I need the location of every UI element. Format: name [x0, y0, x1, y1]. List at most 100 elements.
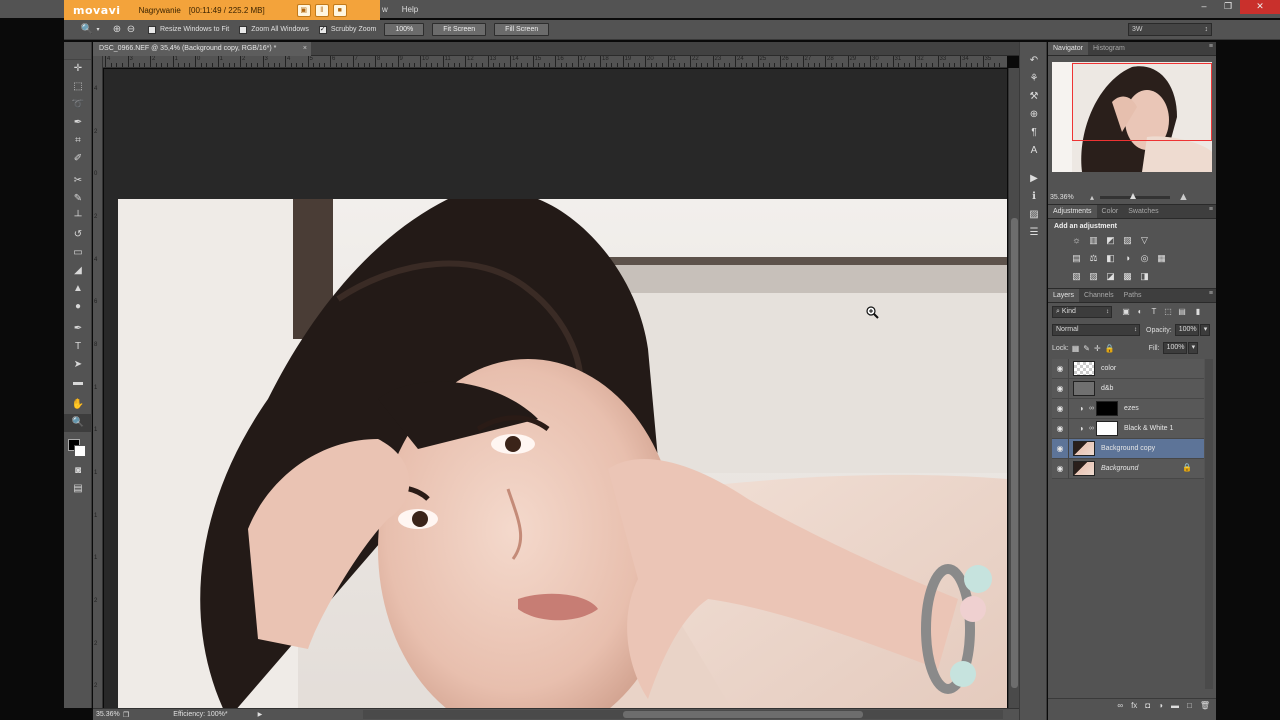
character-icon[interactable]: A: [1020, 142, 1048, 160]
type-tool-icon[interactable]: T: [64, 338, 92, 356]
lock-transparent-icon[interactable]: ▦: [1072, 344, 1080, 353]
menu-help[interactable]: Help: [402, 5, 418, 14]
status-menu-arrow-icon[interactable]: ▶: [258, 711, 263, 718]
layer-name[interactable]: d&b: [1101, 385, 1113, 392]
layer-name[interactable]: color: [1101, 365, 1116, 372]
black-white-icon[interactable]: ◧: [1104, 252, 1117, 264]
hue-saturation-icon[interactable]: ▤: [1070, 252, 1083, 264]
tab-histogram[interactable]: Histogram: [1088, 42, 1130, 55]
levels-icon[interactable]: ▥: [1087, 234, 1100, 246]
posterize-icon[interactable]: ▨: [1087, 270, 1100, 282]
recorder-stop-button[interactable]: ■: [332, 3, 347, 17]
zoom-in-mountain-icon[interactable]: ▲: [1178, 191, 1189, 203]
tab-swatches[interactable]: Swatches: [1123, 205, 1163, 218]
ruler-vertical[interactable]: 4 2 0 2 4 6 8 1 1 1 1 1 2 2 2: [93, 56, 103, 708]
zoom-tool-icon[interactable]: 🔍: [80, 23, 94, 37]
gradient-map-icon[interactable]: ▩: [1121, 270, 1134, 282]
recorder-screenshot-button[interactable]: ▣: [296, 3, 311, 17]
close-tab-icon[interactable]: ×: [303, 42, 307, 56]
curves-icon[interactable]: ◩: [1104, 234, 1117, 246]
tool-presets-icon[interactable]: ⚒: [1020, 88, 1048, 106]
tab-color[interactable]: Color: [1097, 205, 1124, 218]
layer-row[interactable]: ◉ ◑ ∞ ezes: [1052, 398, 1204, 419]
new-adjustment-icon[interactable]: ◑: [1158, 701, 1163, 710]
brush-presets-icon[interactable]: ⚘: [1020, 70, 1048, 88]
lock-all-icon[interactable]: 🔒: [1105, 344, 1115, 353]
layer-name[interactable]: Black & White 1: [1124, 425, 1173, 432]
layer-row[interactable]: ◉ Background 🔒: [1052, 458, 1204, 479]
panel-menu-icon[interactable]: ≡: [1209, 43, 1213, 50]
fill-input[interactable]: 100%: [1162, 342, 1187, 354]
color-swatches[interactable]: [64, 436, 92, 462]
move-tool-icon[interactable]: ✛: [64, 60, 92, 78]
actions-play-icon[interactable]: ▶: [1020, 170, 1048, 188]
history-panel-icon[interactable]: ↶: [1020, 52, 1048, 70]
tab-channels[interactable]: Channels: [1079, 289, 1119, 302]
slider-knob[interactable]: [1130, 192, 1137, 199]
ruler-horizontal[interactable]: 4 3 2 1 0 1 2 3 4 5 6 7 8 9 10 11 12 13 14 15 16 17 18 19 20 21 22…: [103, 56, 1007, 68]
photo-canvas[interactable]: [118, 199, 1007, 708]
filter-pixel-icon[interactable]: ▣: [1120, 306, 1132, 318]
layer-comps-icon[interactable]: ▨: [1020, 206, 1048, 224]
eye-icon[interactable]: ◉: [1052, 424, 1068, 433]
eye-icon[interactable]: ◉: [1052, 444, 1068, 453]
panel-grip[interactable]: [64, 42, 91, 60]
zoom-level[interactable]: 35.36%: [93, 711, 123, 718]
menu-item-w[interactable]: w: [382, 5, 388, 14]
recorder-pause-button[interactable]: ‖: [314, 3, 329, 17]
brush-tool-icon[interactable]: ✎: [64, 190, 92, 208]
actual-pixels-button[interactable]: 100%: [384, 23, 425, 36]
eye-icon[interactable]: ◉: [1052, 464, 1068, 473]
healing-brush-tool-icon[interactable]: ✂: [64, 172, 92, 190]
blur-tool-icon[interactable]: ▲: [64, 280, 92, 298]
layers-scrollbar[interactable]: [1205, 359, 1213, 689]
info-icon[interactable]: ℹ: [1020, 188, 1048, 206]
dodge-tool-icon[interactable]: ●: [64, 298, 92, 316]
zoom-out-icon[interactable]: ⊖: [124, 23, 138, 37]
tab-navigator[interactable]: Navigator: [1048, 42, 1088, 55]
eye-icon[interactable]: ◉: [1052, 404, 1068, 413]
selective-color-icon[interactable]: ◨: [1138, 270, 1151, 282]
delete-layer-icon[interactable]: 🗑: [1200, 701, 1210, 710]
canvas-area[interactable]: [104, 69, 1007, 708]
clone-source-icon[interactable]: ⊕: [1020, 106, 1048, 124]
opacity-dropdown-icon[interactable]: ▾: [1199, 324, 1210, 336]
layer-row-selected[interactable]: ◉ Background copy: [1052, 438, 1204, 459]
new-layer-icon[interactable]: □: [1187, 701, 1192, 710]
color-balance-icon[interactable]: ⚖: [1087, 252, 1100, 264]
layer-row[interactable]: ◉ color: [1052, 358, 1204, 379]
path-selection-tool-icon[interactable]: ➤: [64, 356, 92, 374]
layer-mask-thumbnail[interactable]: [1096, 421, 1118, 436]
lock-image-icon[interactable]: ✎: [1083, 344, 1090, 353]
layer-style-icon[interactable]: fx: [1131, 701, 1137, 710]
document-tab[interactable]: DSC_0966.NEF @ 35,4% (Background copy, R…: [93, 42, 311, 56]
exposure-icon[interactable]: ▨: [1121, 234, 1134, 246]
photo-filter-icon[interactable]: ◑: [1121, 252, 1134, 264]
zoom-all-checkbox[interactable]: Zoom All Windows: [239, 25, 309, 34]
filter-adjustment-icon[interactable]: ◐: [1134, 306, 1146, 318]
filter-shape-icon[interactable]: ⬚: [1162, 306, 1174, 318]
panel-menu-icon[interactable]: ≡: [1209, 290, 1213, 297]
minimize-icon[interactable]: –: [1192, 0, 1216, 14]
panel-menu-icon[interactable]: ≡: [1209, 206, 1213, 213]
layer-row[interactable]: ◉ d&b: [1052, 378, 1204, 399]
pen-tool-icon[interactable]: ✒: [64, 320, 92, 338]
tab-paths[interactable]: Paths: [1119, 289, 1147, 302]
tab-layers[interactable]: Layers: [1048, 289, 1080, 302]
add-mask-icon[interactable]: ◘: [1145, 701, 1150, 710]
resize-windows-checkbox[interactable]: Resize Windows to Fit: [148, 25, 229, 34]
layer-name[interactable]: Background copy: [1101, 445, 1155, 452]
history-brush-tool-icon[interactable]: ↺: [64, 226, 92, 244]
background-color[interactable]: [74, 445, 86, 457]
scrubby-zoom-checkbox[interactable]: ✓ Scrubby Zoom: [318, 25, 376, 34]
screen-mode-icon[interactable]: ▤: [64, 480, 92, 498]
shape-tool-icon[interactable]: ▬: [64, 374, 92, 392]
clone-stamp-tool-icon[interactable]: ┴: [64, 208, 92, 226]
opacity-input[interactable]: 100%: [1174, 324, 1199, 336]
blend-mode-select[interactable]: Normal ↕: [1052, 324, 1140, 336]
vertical-scrollbar[interactable]: [1008, 68, 1019, 708]
eyedropper-tool-icon[interactable]: ✐: [64, 150, 92, 168]
zoom-tool-icon[interactable]: 🔍: [64, 414, 92, 432]
fill-screen-button[interactable]: Fill Screen: [494, 23, 550, 36]
layer-row[interactable]: ◉ ◑ ∞ Black & White 1: [1052, 418, 1204, 439]
